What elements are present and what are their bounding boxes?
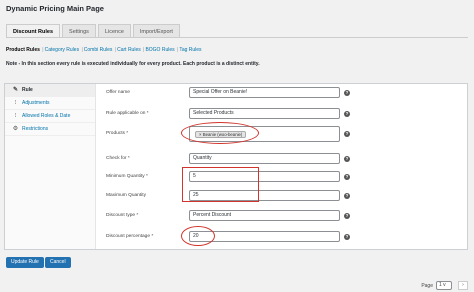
discount-type-select[interactable]: Percent Discount bbox=[189, 210, 340, 221]
offer-name-input[interactable]: Special Offer on Beanie! bbox=[189, 87, 340, 98]
check-for-label: Check for * bbox=[106, 156, 130, 161]
discount-type-label: Discount type * bbox=[106, 213, 139, 218]
subnav-cart-rules[interactable]: Cart Rules bbox=[117, 47, 141, 53]
annotation-products-ellipse bbox=[181, 122, 259, 144]
annotation-quantity-box bbox=[182, 167, 259, 202]
tab-settings[interactable]: Settings bbox=[62, 24, 96, 38]
help-icon[interactable]: ? bbox=[344, 111, 350, 117]
rule-applicable-on-select[interactable]: Selected Products bbox=[189, 108, 340, 119]
help-icon[interactable]: ? bbox=[344, 90, 350, 96]
help-icon[interactable]: ? bbox=[344, 193, 350, 199]
check-for-value: Quantity bbox=[193, 155, 212, 161]
tab-discount-rules[interactable]: Discount Rules bbox=[6, 24, 61, 38]
chevron-down-icon: v bbox=[443, 282, 446, 288]
wrench-icon: ✎ bbox=[12, 86, 19, 93]
sidebar-item-label: Rule bbox=[22, 86, 33, 93]
page-select-value: 1 bbox=[439, 282, 442, 288]
annotation-discount-ellipse bbox=[181, 226, 215, 246]
pagination: Page 1 v bbox=[421, 281, 452, 290]
dots-icon: ⁝ bbox=[14, 112, 17, 119]
subnav-separator: | bbox=[81, 47, 83, 53]
dots-icon: ⁝ bbox=[14, 99, 17, 106]
subnav-category-rules[interactable]: Category Rules bbox=[45, 47, 79, 53]
sidebar-item-label: Adjustments bbox=[22, 99, 50, 106]
gear-icon: ⚙ bbox=[12, 125, 19, 132]
tabs-divider bbox=[6, 37, 468, 38]
sidebar-item-label: Allowed Roles & Date bbox=[22, 112, 71, 119]
sidebar-item-label: Restrictions bbox=[22, 125, 49, 132]
tab-import-export[interactable]: Import/Export bbox=[132, 24, 180, 38]
sidebar-item-restrictions[interactable]: ⚙ Restrictions bbox=[5, 123, 95, 136]
help-icon[interactable]: ? bbox=[344, 174, 350, 180]
page-select[interactable]: 1 v bbox=[436, 281, 452, 290]
section-note: Note - In this section every rule is exe… bbox=[6, 61, 260, 67]
products-label: Products * bbox=[106, 131, 129, 136]
rule-applicable-on-label: Rule applicable on * bbox=[106, 111, 149, 116]
rule-sections-sidebar: ✎ Rule ⁝ Adjustments ⁝ Allowed Roles & D… bbox=[5, 84, 96, 249]
help-icon[interactable]: ? bbox=[344, 156, 350, 162]
cancel-button[interactable]: Cancel bbox=[45, 257, 71, 268]
help-icon[interactable]: ? bbox=[344, 213, 350, 219]
tab-bar: Discount Rules Settings Licence Import/E… bbox=[6, 24, 180, 38]
maximum-quantity-label: Maximum Quantity bbox=[106, 193, 146, 198]
rule-applicable-on-value: Selected Products bbox=[193, 110, 234, 116]
subnav-separator: | bbox=[114, 47, 117, 53]
subnav-bogo-rules[interactable]: BOGO Rules bbox=[145, 47, 174, 53]
check-for-select[interactable]: Quantity bbox=[189, 153, 340, 164]
sidebar-item-adjustments[interactable]: ⁝ Adjustments bbox=[5, 97, 95, 110]
next-page-button[interactable]: › bbox=[458, 281, 468, 290]
discount-percentage-label: Discount percentage * bbox=[106, 234, 154, 239]
minimum-quantity-label: Minimum Quantity * bbox=[106, 174, 148, 179]
help-icon[interactable]: ? bbox=[344, 131, 350, 137]
subnav-combi-rules[interactable]: Combi Rules bbox=[84, 47, 113, 53]
subnav-tag-rules[interactable]: Tag Rules bbox=[179, 47, 201, 53]
discount-type-value: Percent Discount bbox=[193, 212, 232, 218]
sidebar-item-rule[interactable]: ✎ Rule bbox=[5, 84, 95, 97]
tab-licence[interactable]: Licence bbox=[97, 24, 131, 38]
sidebar-item-allowed-roles-date[interactable]: ⁝ Allowed Roles & Date bbox=[5, 110, 95, 123]
page-label: Page bbox=[421, 282, 433, 289]
subnav-product-rules[interactable]: Product Rules bbox=[6, 47, 40, 53]
rule-type-nav: Product Rules |Category Rules |Combi Rul… bbox=[6, 47, 202, 53]
help-icon[interactable]: ? bbox=[344, 234, 350, 240]
page-title: Dynamic Pricing Main Page bbox=[6, 4, 104, 13]
update-rule-button[interactable]: Update Rule bbox=[6, 257, 44, 268]
subnav-separator: | bbox=[42, 47, 44, 53]
offer-name-label: Offer name bbox=[106, 90, 130, 95]
